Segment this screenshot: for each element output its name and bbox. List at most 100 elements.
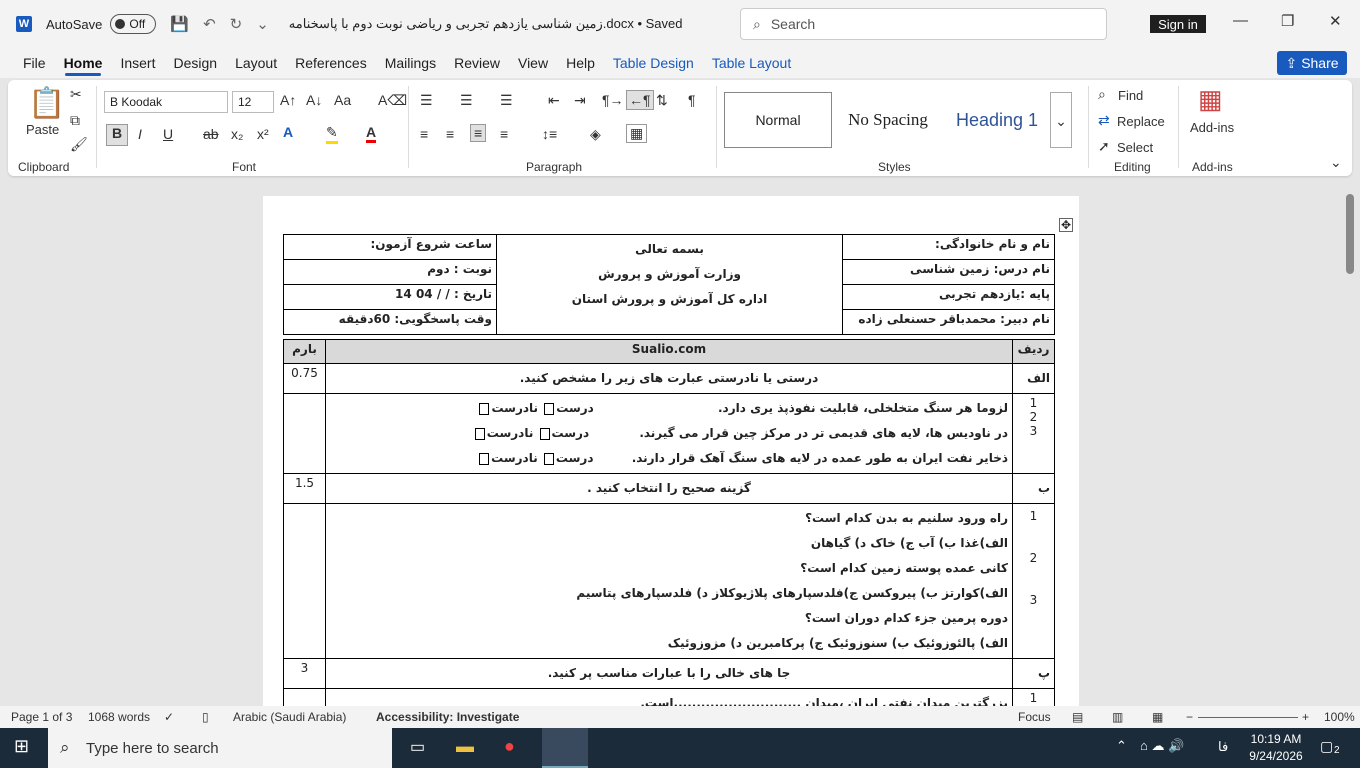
tab-view[interactable]: View (509, 48, 557, 78)
tab-mailings[interactable]: Mailings (376, 48, 445, 78)
multilevel-icon[interactable]: ☰ (500, 92, 513, 109)
clock-time[interactable]: 10:19 AM (1248, 732, 1304, 746)
font-name-field[interactable]: B Koodak (104, 91, 228, 113)
bold-icon[interactable]: B (106, 124, 128, 146)
document-title[interactable]: زمین شناسی یازدهم تجربی و ریاضی نوبت دوم… (289, 16, 683, 32)
paste-icon[interactable]: 📋 (28, 86, 65, 121)
format-painter-icon[interactable]: 🖌 (70, 136, 88, 153)
shading-icon[interactable]: ◈ (590, 126, 601, 143)
accessibility[interactable]: Accessibility: Investigate (376, 710, 519, 724)
checkbox-icon[interactable] (479, 402, 490, 415)
checkbox-icon[interactable] (544, 402, 555, 415)
grow-font-icon[interactable]: A↑ (280, 92, 296, 108)
file-explorer-icon[interactable]: ▬ (456, 736, 474, 757)
styles-more-icon[interactable]: ⌄ (1050, 92, 1072, 148)
addins-icon[interactable]: ▦ (1198, 84, 1223, 115)
text-effects-icon[interactable]: A (283, 124, 293, 140)
restore-icon[interactable]: ❐ (1281, 12, 1294, 30)
underline-icon[interactable]: U (163, 126, 173, 142)
zoom-slider[interactable] (1198, 717, 1298, 718)
highlight-icon[interactable]: ✎ (326, 124, 338, 144)
checkbox-icon[interactable] (474, 427, 485, 440)
bullets-icon[interactable]: ☰ (420, 92, 433, 109)
sign-in-button[interactable]: Sign in (1150, 15, 1206, 33)
tab-home[interactable]: Home (55, 48, 112, 78)
find-icon[interactable]: ⌕ (1098, 86, 1106, 103)
save-icon[interactable]: 💾 (170, 15, 189, 33)
borders-icon[interactable]: ▦ (626, 124, 648, 143)
align-left-icon[interactable]: ≡ (420, 126, 428, 142)
tray-chevron-icon[interactable]: ⌃ (1116, 738, 1127, 754)
page-count[interactable]: Page 1 of 3 (11, 710, 72, 724)
sec-b-q2-options[interactable]: الف)کوارتز ب) پیروکسن ج)فلدسپارهای پلاژی… (330, 581, 1008, 606)
tab-insert[interactable]: Insert (111, 48, 164, 78)
zoom-level[interactable]: 100% (1324, 710, 1355, 724)
tab-table-layout[interactable]: Table Layout (703, 48, 800, 78)
close-icon[interactable]: ✕ (1329, 12, 1342, 30)
tab-table-design[interactable]: Table Design (604, 48, 703, 78)
decrease-indent-icon[interactable]: ⇤ (548, 92, 560, 109)
term-cell[interactable]: نوبت : دوم (283, 259, 497, 285)
zoom-in-icon[interactable]: + (1302, 710, 1309, 724)
task-view-icon[interactable]: ▭ (410, 737, 425, 757)
duration-cell[interactable]: وقت پاسخگویی: 60دقیقه (283, 309, 497, 335)
tab-file[interactable]: File (14, 48, 55, 78)
table-move-handle-icon[interactable]: ✥ (1059, 218, 1074, 232)
zoom-out-icon[interactable]: − (1186, 710, 1193, 724)
change-case-icon[interactable]: Aa (334, 92, 351, 108)
sec-a-questions[interactable]: لزوما هر سنگ متخلخلی، قابلیت نفوذپذ یری … (325, 393, 1013, 474)
sec-b-q1-options[interactable]: الف)غذا ب) آب ج) خاک د) گیاهان (330, 531, 1008, 556)
subscript-icon[interactable]: x₂ (231, 126, 243, 142)
checkbox-icon[interactable] (543, 452, 554, 465)
tray-icons[interactable]: ⌂ ☁ 🔊 (1140, 738, 1184, 754)
start-time-cell[interactable]: ساعت شروع آزمون: (283, 234, 497, 260)
ltr-icon[interactable]: ¶→ (602, 92, 624, 108)
customize-toolbar-icon[interactable]: ⌄ (256, 15, 269, 33)
tab-design[interactable]: Design (164, 48, 226, 78)
sec-b-questions[interactable]: راه ورود سلنیم به بدن کدام است؟ الف)غذا … (325, 503, 1013, 659)
replace-icon[interactable]: ⇄ (1098, 112, 1110, 129)
redo-icon[interactable]: ↻ (230, 15, 243, 33)
date-cell[interactable]: تاریخ : / / 04 14 (283, 284, 497, 310)
align-center-icon[interactable]: ≡ (446, 126, 454, 142)
language[interactable]: Arabic (Saudi Arabia) (233, 710, 346, 724)
scroll-thumb[interactable] (1346, 194, 1354, 274)
notifications-icon[interactable]: ▢ (1320, 738, 1333, 755)
replace-button[interactable]: Replace (1117, 114, 1165, 129)
addins-button[interactable]: Add-ins (1190, 120, 1234, 135)
style-normal[interactable]: Normal (724, 92, 832, 148)
tab-help[interactable]: Help (557, 48, 604, 78)
web-layout-icon[interactable]: ▦ (1152, 710, 1163, 724)
word-taskbar-icon[interactable] (542, 728, 588, 768)
read-mode-icon[interactable]: ▤ (1072, 710, 1083, 724)
document-page[interactable]: ✥ نام و نام خانوادگی: بسمه تعالی وزارت آمو… (263, 196, 1079, 722)
focus-button[interactable]: Focus (1018, 710, 1051, 724)
justify-icon[interactable]: ≡ (500, 126, 508, 142)
increase-indent-icon[interactable]: ⇥ (574, 92, 586, 109)
sort-icon[interactable]: ⇅ (656, 92, 668, 109)
sec-b-q3-options[interactable]: الف) پالئوزوئیک ب) سنوزوئیک ج) پرکامبرین… (330, 631, 1008, 656)
strikethrough-icon[interactable]: ab (203, 126, 219, 142)
tab-layout[interactable]: Layout (226, 48, 286, 78)
print-layout-icon[interactable]: ▥ (1112, 710, 1123, 724)
style-no-spacing[interactable]: No Spacing (834, 92, 942, 148)
tab-review[interactable]: Review (445, 48, 509, 78)
chrome-icon[interactable]: ● (504, 736, 515, 757)
undo-icon[interactable]: ↶ (203, 15, 216, 33)
font-color-icon[interactable]: A (366, 124, 377, 143)
proofing-icon[interactable]: ✓ (164, 710, 174, 724)
shrink-font-icon[interactable]: A↓ (306, 92, 322, 108)
numbering-icon[interactable]: ☰ (460, 92, 473, 109)
windows-start-icon[interactable]: ⊞ (14, 736, 29, 757)
superscript-icon[interactable]: x² (257, 126, 269, 142)
align-right-icon[interactable]: ≡ (470, 124, 487, 142)
clear-format-icon[interactable]: A⌫ (378, 92, 407, 109)
teacher-cell[interactable]: نام دبیر: محمدباقر حسنعلی زاده (842, 309, 1055, 335)
taskbar-search[interactable]: ⌕ Type here to search (48, 728, 392, 768)
student-name-cell[interactable]: نام و نام خانوادگی: (842, 234, 1055, 260)
checkbox-icon[interactable] (539, 427, 550, 440)
select-button[interactable]: Select (1117, 140, 1153, 155)
line-spacing-icon[interactable]: ↕≡ (542, 126, 557, 142)
paste-label[interactable]: Paste (26, 122, 59, 137)
grade-cell[interactable]: پایه :یازدهم تجربی (842, 284, 1055, 310)
